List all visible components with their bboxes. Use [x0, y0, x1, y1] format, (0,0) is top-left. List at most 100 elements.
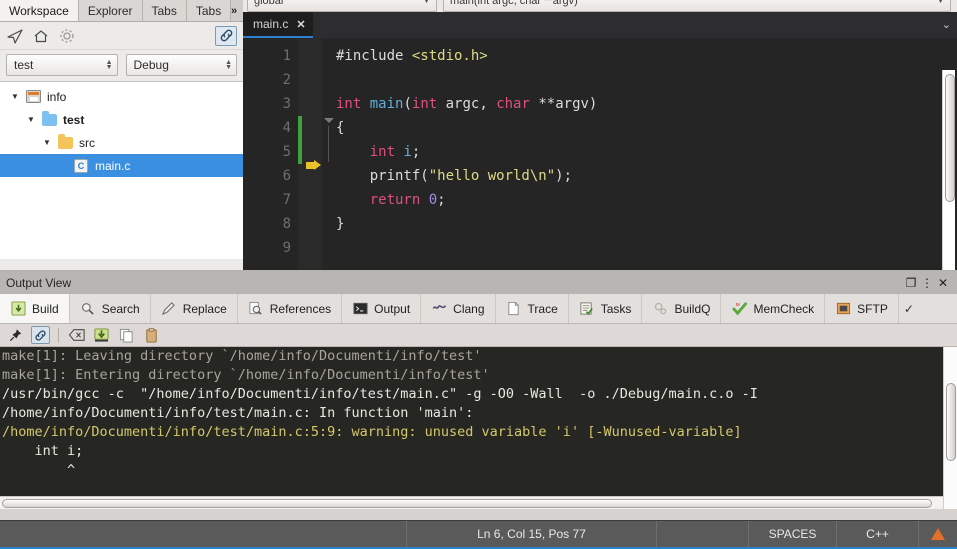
- spinner-down-icon: ▼: [105, 64, 113, 71]
- spinner-icon[interactable]: ▲ ▼: [225, 59, 232, 71]
- workspace-tree[interactable]: ▼ info ▼ test ▼ src C main.c: [0, 81, 243, 259]
- clang-icon: [431, 301, 447, 317]
- close-icon[interactable]: ✕: [935, 276, 951, 290]
- configuration-select[interactable]: Debug ▲ ▼: [125, 54, 237, 76]
- code-token: );: [555, 168, 573, 184]
- workspace-toolbar: [0, 22, 243, 50]
- editor-tab-main-c[interactable]: main.c ✕: [243, 12, 313, 38]
- code-text[interactable]: #include <stdio.h> int main(int argc, ch…: [336, 38, 957, 270]
- status-indent-mode-label: SPACES: [768, 527, 817, 541]
- function-select[interactable]: main(int argc, char **argv) ▼: [443, 0, 951, 12]
- output-tab-memcheck[interactable]: M MemCheck: [721, 294, 826, 323]
- editor-vertical-scrollbar[interactable]: [942, 70, 955, 290]
- chevron-down-icon[interactable]: ▼: [22, 115, 40, 124]
- code-line: #include <stdio.h>: [336, 44, 957, 68]
- checkmark-icon: M: [731, 301, 747, 317]
- more-icon[interactable]: ⋮: [919, 276, 935, 290]
- tree-item-src[interactable]: ▼ src: [0, 131, 243, 154]
- copy-icon[interactable]: [117, 326, 136, 344]
- status-spacer-cell: [657, 521, 749, 547]
- output-view-title: Output View: [6, 275, 72, 290]
- editor-body[interactable]: 1 2 3 4 5 6 7 8 9 #include <stdio.h> int…: [243, 38, 957, 290]
- restore-icon[interactable]: ❐: [903, 276, 919, 290]
- code-token: i: [403, 144, 412, 160]
- spinner-icon[interactable]: ▲ ▼: [105, 59, 113, 71]
- gear-icon[interactable]: [58, 27, 76, 45]
- scrollbar-thumb[interactable]: [2, 499, 932, 508]
- output-view-toolbar: [0, 324, 957, 347]
- chevron-down-icon[interactable]: ▼: [6, 92, 24, 101]
- spinner-down-icon: ▼: [225, 64, 232, 71]
- code-line: printf("hello world\n");: [336, 164, 957, 188]
- code-line: int i;: [336, 140, 957, 164]
- home-icon[interactable]: [32, 27, 50, 45]
- tab-workspace[interactable]: Workspace: [0, 0, 79, 21]
- line-number: 2: [282, 72, 291, 88]
- tab-tabs[interactable]: Tabs: [142, 0, 187, 21]
- pin-icon[interactable]: [6, 326, 25, 344]
- code-line: }: [336, 212, 957, 236]
- scrollbar-thumb[interactable]: [946, 383, 956, 461]
- link-icon[interactable]: [31, 326, 50, 344]
- scrollbar-thumb[interactable]: [945, 74, 955, 202]
- line-number: 3: [282, 96, 291, 112]
- tree-item-info[interactable]: ▼ info: [0, 85, 243, 108]
- output-tab-references[interactable]: References: [238, 294, 343, 323]
- output-tab-sftp-label: SFTP: [857, 301, 888, 316]
- output-tab-clang[interactable]: Clang: [421, 294, 496, 323]
- code-token: 0: [428, 192, 438, 208]
- code-token: return: [369, 192, 421, 208]
- tree-item-test[interactable]: ▼ test: [0, 108, 243, 131]
- output-tab-replace[interactable]: Replace: [151, 294, 238, 323]
- pencil-icon: [161, 301, 177, 317]
- scope-select[interactable]: global ▼: [247, 0, 437, 12]
- project-select[interactable]: test ▲ ▼: [6, 54, 118, 76]
- tree-item-main-c-label: main.c: [95, 158, 131, 173]
- tab-tabs-label: Tabs: [151, 3, 177, 18]
- editor-tab-label: main.c: [253, 17, 289, 31]
- output-tab-build[interactable]: Build: [0, 294, 70, 323]
- tab-overflow-icon[interactable]: »: [226, 3, 242, 19]
- send-icon[interactable]: [6, 27, 24, 45]
- marker-gutter[interactable]: [298, 38, 322, 270]
- project-select-value: test: [14, 58, 34, 72]
- configuration-select-value: Debug: [133, 58, 169, 72]
- paste-icon[interactable]: [142, 326, 161, 344]
- status-cursor-position[interactable]: Ln 6, Col 15, Pos 77: [407, 521, 657, 547]
- status-indent-mode[interactable]: SPACES: [749, 521, 837, 547]
- line-number: 4: [282, 120, 291, 136]
- output-tab-tasks[interactable]: Tasks: [569, 294, 643, 323]
- chevron-down-icon[interactable]: ⌄: [942, 18, 951, 31]
- console-vertical-scrollbar[interactable]: [943, 347, 957, 509]
- output-tab-sftp[interactable]: SFTP: [825, 294, 899, 323]
- output-tab-buildq[interactable]: BuildQ: [642, 294, 722, 323]
- code-token: printf(: [336, 168, 429, 184]
- chevron-down-icon[interactable]: ▼: [38, 138, 56, 147]
- tab-explorer[interactable]: Explorer: [78, 0, 143, 21]
- output-tabs-more-icon[interactable]: ✓: [899, 294, 919, 323]
- code-line: {: [336, 116, 957, 140]
- magnifier-icon: [248, 301, 264, 317]
- clear-icon[interactable]: [67, 326, 86, 344]
- tree-item-main-c[interactable]: C main.c: [0, 154, 243, 177]
- code-line: return 0;: [336, 188, 957, 212]
- output-tab-output[interactable]: Output: [342, 294, 422, 323]
- close-icon[interactable]: ✕: [296, 18, 305, 31]
- output-tab-search[interactable]: Search: [70, 294, 151, 323]
- fold-collapse-icon[interactable]: [324, 118, 334, 123]
- modified-lines-marker: [298, 116, 302, 164]
- function-select-value: main(int argc, char **argv): [450, 0, 578, 7]
- output-tab-trace[interactable]: Trace: [496, 294, 569, 323]
- code-token: int: [369, 144, 396, 160]
- tab-tabs-secondary[interactable]: Tabs: [186, 0, 232, 21]
- fold-gutter[interactable]: [322, 38, 336, 270]
- status-warning[interactable]: [919, 521, 957, 547]
- console-horizontal-scrollbar[interactable]: [0, 496, 943, 509]
- build-console[interactable]: make[1]: Leaving directory `/home/info/D…: [0, 347, 957, 509]
- archive-icon: [24, 89, 42, 105]
- save-icon[interactable]: [92, 326, 111, 344]
- link-icon[interactable]: [215, 25, 237, 46]
- status-language[interactable]: C++: [837, 521, 919, 547]
